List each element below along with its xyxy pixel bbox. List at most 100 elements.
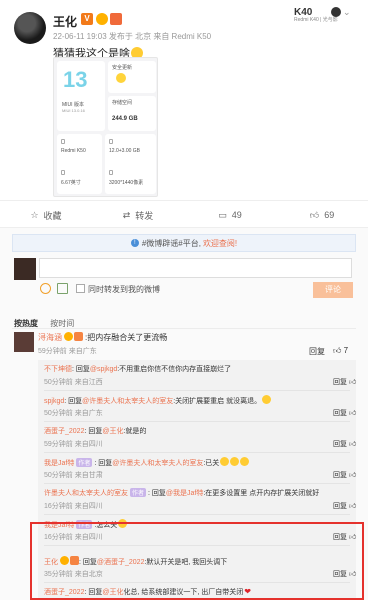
notice-link[interactable]: 欢迎查阅! (203, 238, 237, 249)
reply-button[interactable]: 回复 (333, 439, 347, 449)
sort-by-time-tab[interactable]: 按时间 (50, 319, 74, 328)
action-bar: ☆ 收藏 ⇄ 转发 ▭ 49 👍︎ 69 (0, 200, 368, 228)
reply-divider (44, 545, 350, 546)
reply-like-button[interactable]: 👍︎ (349, 439, 356, 448)
comment-button[interactable]: ▭ 49 (184, 201, 276, 229)
reply-time: 50分钟前 (44, 379, 73, 386)
reply-button[interactable]: 回复 (333, 501, 347, 511)
sort-by-hot-tab[interactable]: 按热度 (14, 319, 38, 328)
comment-meta: 59分钟前 来自广东 (38, 346, 97, 356)
reply-line: 酒蛋子_2022: 回复@王化化总, 给系统部建议一下, 出厂自带关闭❤ (44, 587, 251, 596)
reply-like-button[interactable]: 👍︎ (349, 470, 356, 479)
reply-item: spjkgd: 回复@许墨夫人和太宰夫人的室友:关闭扩展要重启 就没离退。 50… (44, 391, 356, 422)
reply-line: 我是Jaf特 作者:怎么关 (44, 519, 128, 530)
reply-time: 50分钟前 (44, 410, 73, 417)
commenter-name[interactable]: 浔海涵 (38, 333, 62, 342)
reply-time: 59分钟前 (44, 441, 73, 448)
reply-like-button[interactable]: 👍︎ (349, 501, 356, 510)
reply-target[interactable]: @许墨夫人和太宰夫人的室友 (112, 460, 203, 467)
reply-button[interactable]: 回复 (333, 569, 347, 579)
reply-like-button[interactable]: 👍︎ (349, 569, 356, 578)
submit-comment-button[interactable]: 评论 (313, 282, 353, 298)
reply-author[interactable]: 酒蛋子_2022 (44, 589, 84, 596)
screen-icon (61, 170, 65, 175)
rumor-notice: ! #微博辟谣#平台, 欢迎查阅! (12, 234, 356, 252)
thumbs-up-icon: 👍︎ (309, 209, 320, 220)
my-avatar (14, 258, 36, 280)
reply-line: 我是Jaf特 作者: 回复@许墨夫人和太宰夫人的室友:已关 (44, 457, 250, 468)
author-tag: 作者 (76, 520, 93, 529)
emoji-icon (220, 457, 230, 466)
comment-reply-button[interactable]: 回复 (309, 346, 325, 357)
reply-author[interactable]: 许墨夫人和太宰夫人的室友 (44, 490, 128, 497)
device-name: Redmi K50 (61, 148, 86, 154)
reply-text: :就是的 (123, 428, 147, 435)
reply-item: 王化: 回复@酒蛋子_2022:默认开关是吧, 我回头调下 35分钟前 来自北京… (44, 552, 356, 583)
reply-target[interactable]: @我是Jaf特 (166, 490, 203, 497)
reply-author[interactable]: 不下坤德 (44, 366, 72, 373)
like-button[interactable]: 👍︎ 69 (276, 201, 368, 229)
comment-time: 59分钟前 (38, 348, 67, 355)
favorite-button[interactable]: ☆ 收藏 (0, 201, 92, 229)
reply-like-button[interactable]: 👍︎ (349, 377, 356, 386)
commenter-avatar[interactable] (14, 332, 34, 352)
reply-item: 我是Jaf特 作者: 回复@许墨夫人和太宰夫人的室友:已关 50分钟前 来自甘肃 … (44, 453, 356, 484)
reply-target[interactable]: @酒蛋子_2022 (97, 559, 145, 566)
member-badge-icon (96, 13, 108, 25)
reply-thread: 不下坤德: 回复@spjkgd:不用重启你信不信你内存直接崩烂了 50分钟前 来… (38, 360, 356, 600)
reply-target[interactable]: @许墨夫人和太宰夫人的室友 (82, 398, 173, 405)
storage-label: 存储空间 (112, 100, 133, 106)
reply-text: :已关 (203, 460, 220, 467)
also-repost-label: 同时转发到我的微博 (88, 285, 160, 294)
comment-section: ! #微博辟谣#平台, 欢迎查阅! 同时转发到我的微博 评论 按热度 按时间 浔… (0, 228, 368, 600)
reply-item: 酒蛋子_2022: 回复@王化:就是的 59分钟前 来自四川 回复 👍︎ (44, 422, 356, 453)
reply-like-button[interactable]: 👍︎ (349, 532, 356, 541)
repost-button[interactable]: ⇄ 转发 (92, 201, 184, 229)
reply-author[interactable]: 王化 (44, 559, 58, 566)
screen-size: 6.67英寸 (61, 180, 81, 186)
reply-button[interactable]: 回复 (333, 408, 347, 418)
image-upload-icon[interactable] (57, 283, 68, 294)
reply-button[interactable]: 回复 (333, 377, 347, 387)
comment-count: 49 (231, 210, 242, 220)
author-badge-icon (60, 556, 69, 565)
chevron-down-icon[interactable]: ⌄ (343, 7, 351, 18)
author-tag: 作者 (76, 458, 93, 467)
reply-target[interactable]: @王化 (102, 589, 123, 596)
reply-location: 来自江西 (74, 379, 103, 386)
reply-word: 回复 (75, 366, 90, 373)
comment-icon: ▭ (218, 209, 227, 220)
reply-button[interactable]: 回复 (333, 470, 347, 480)
author-avatar[interactable] (14, 12, 46, 44)
commenter-level-icon (74, 332, 83, 341)
reply-target[interactable]: @spjkgd (90, 366, 117, 373)
heart-icon: ❤ (244, 587, 251, 596)
reply-author[interactable]: 酒蛋子_2022 (44, 428, 84, 435)
reply-line: spjkgd: 回复@许墨夫人和太宰夫人的室友:关闭扩展要重启 就没离退。 (44, 395, 272, 406)
reply-like-button[interactable]: 👍︎ (349, 408, 356, 417)
comment-input[interactable] (39, 258, 352, 278)
device-badge[interactable]: K40 Redmi K40 | 光与影 ⌄ (294, 7, 352, 23)
comment-like-button[interactable]: 👍︎ 7 (333, 346, 348, 356)
reply-button[interactable]: 回复 (333, 532, 347, 542)
storage-value: 244.9 GB (112, 116, 138, 122)
reply-item: 不下坤德: 回复@spjkgd:不用重启你信不信你内存直接崩烂了 50分钟前 来… (44, 360, 356, 391)
repost-label: 转发 (135, 210, 154, 221)
reply-item: 许墨夫人和太宰夫人的室友 作者: 回复@我是Jaf特:在更多设置里 点开内存扩展关… (44, 484, 356, 515)
post-image[interactable]: 13 MIUI 版本 MIUI 13.0.16 安全更新 存储空间 244.9 … (53, 57, 158, 197)
comment-like-count: 7 (343, 346, 349, 355)
reply-time: 35分钟前 (44, 571, 73, 578)
reply-location: 来自四川 (74, 534, 103, 541)
emoji-picker-icon[interactable] (40, 283, 51, 294)
author-name[interactable]: 王化 (53, 13, 77, 30)
reply-author[interactable]: 我是Jaf特 (44, 460, 74, 467)
reply-meta: 59分钟前 来自四川 (44, 439, 103, 449)
notice-text: #微博辟谣#平台, (141, 238, 201, 248)
reply-author[interactable]: 我是Jaf特 (44, 522, 74, 529)
reply-author[interactable]: spjkgd (44, 398, 64, 405)
favorite-label: 收藏 (43, 210, 62, 221)
also-repost-checkbox[interactable] (76, 284, 85, 293)
reply-time: 50分钟前 (44, 472, 73, 479)
reply-target[interactable]: @王化 (102, 428, 123, 435)
miui-logo: 13 (63, 67, 88, 92)
